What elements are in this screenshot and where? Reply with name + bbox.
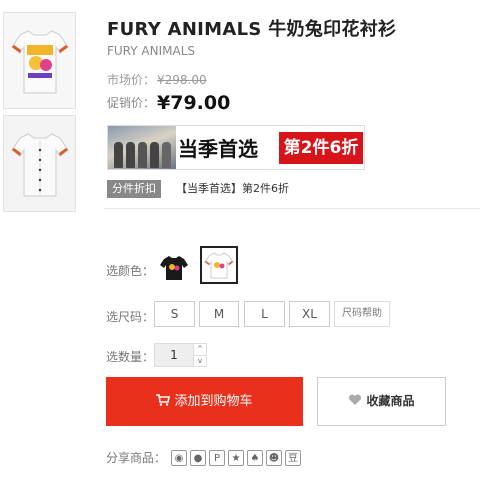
size-option-s[interactable]: S	[154, 301, 195, 327]
thumbnail-list	[3, 12, 78, 218]
size-help-button[interactable]: 尺码帮助	[334, 301, 390, 327]
quantity-stepper: ^ v	[193, 343, 207, 367]
add-to-cart-button[interactable]: 添加到购物车	[106, 377, 303, 426]
p-icon[interactable]: P	[209, 450, 225, 466]
shirt-front-image	[11, 30, 69, 94]
promo-banner[interactable]: 当季首选 第2件6折	[107, 125, 365, 170]
market-price-row: 市场价： ¥298.00	[107, 71, 207, 88]
heart-icon	[349, 394, 362, 405]
douban-icon[interactable]: 豆	[285, 450, 301, 466]
white-shirt-icon	[204, 252, 234, 279]
favorite-label: 收藏商品	[366, 394, 415, 408]
size-option-l[interactable]: L	[244, 301, 285, 327]
size-label: 选尺码：	[106, 310, 155, 324]
shirt-alt-image	[11, 133, 69, 197]
share-label: 分享商品：	[106, 451, 167, 465]
market-price-label: 市场价：	[107, 73, 156, 87]
promo-price-label: 促销价：	[107, 96, 156, 110]
promotion-text: 【当季首选】第2件6折	[176, 182, 289, 195]
banner-headline: 当季首选	[178, 137, 258, 161]
group-icon[interactable]: ☻	[266, 450, 282, 466]
size-option-m[interactable]: M	[199, 301, 239, 327]
favorite-button[interactable]: 收藏商品	[317, 377, 446, 426]
star-icon[interactable]: ★	[228, 450, 244, 466]
add-to-cart-label: 添加到购物车	[174, 394, 253, 409]
product-title: FURY ANIMALS 牛奶兔印花衬衫	[107, 19, 397, 40]
qq-icon[interactable]: ♠	[247, 450, 263, 466]
wechat-icon[interactable]: ●	[190, 450, 206, 466]
qty-label: 选数量：	[106, 350, 155, 364]
weibo-icon[interactable]: ◉	[171, 450, 187, 466]
banner-photo	[108, 126, 176, 169]
share-icons: ◉ ● P ★ ♠ ☻ 豆	[171, 446, 304, 466]
color-swatch-white[interactable]	[200, 246, 238, 284]
color-label: 选颜色：	[106, 264, 155, 278]
color-swatch-black[interactable]	[158, 251, 190, 283]
thumbnail-back[interactable]	[3, 115, 76, 212]
thumbnail-front[interactable]	[3, 12, 76, 109]
black-shirt-icon	[160, 256, 188, 280]
product-brand: FURY ANIMALS	[107, 44, 195, 58]
market-price-value: ¥298.00	[157, 73, 207, 87]
banner-offer: 第2件6折	[279, 132, 363, 164]
qty-decrease-button[interactable]: v	[194, 356, 206, 367]
qty-increase-button[interactable]: ^	[194, 344, 206, 356]
promotion-tag: 分件折扣	[107, 180, 161, 198]
quantity-input[interactable]: 1	[154, 343, 194, 367]
divider	[104, 208, 480, 209]
size-option-xl[interactable]: XL	[289, 301, 330, 327]
promo-price-value: ¥79.00	[157, 92, 231, 114]
promo-price-row: 促销价： ¥79.00	[107, 92, 230, 114]
cart-icon	[156, 394, 171, 406]
